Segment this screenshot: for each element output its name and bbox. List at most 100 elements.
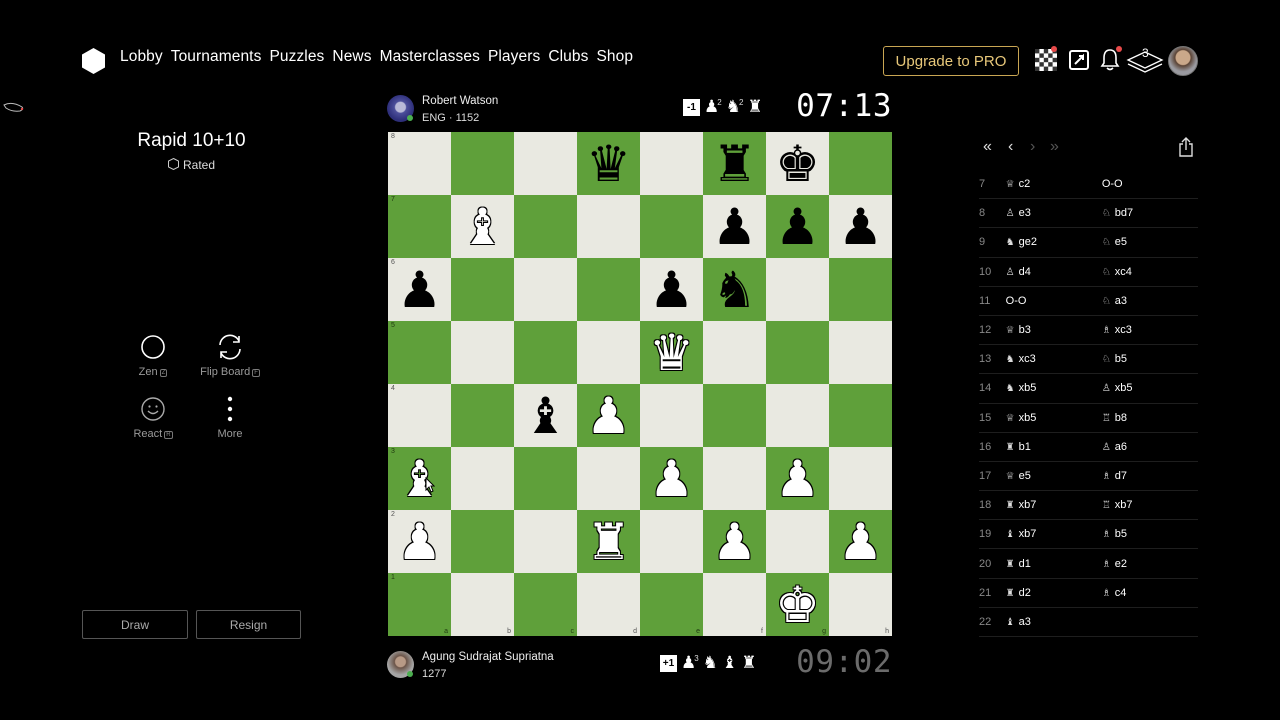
- square-b3[interactable]: [451, 447, 514, 510]
- nav-tournaments[interactable]: Tournaments: [171, 48, 262, 66]
- upgrade-button[interactable]: Upgrade to PRO: [883, 46, 1019, 76]
- square-a5[interactable]: 5: [388, 321, 451, 384]
- black-pawn-icon[interactable]: ♟: [397, 265, 442, 315]
- black-knight-icon[interactable]: ♞: [712, 265, 757, 315]
- black-move[interactable]: ♘ b5: [1102, 353, 1198, 365]
- square-b7[interactable]: ♝: [451, 195, 514, 258]
- nav-masterclasses[interactable]: Masterclasses: [380, 48, 480, 66]
- white-move[interactable]: ♕ c2: [1006, 178, 1102, 190]
- square-b1[interactable]: b: [451, 573, 514, 636]
- square-e5[interactable]: ♛: [640, 321, 703, 384]
- nav-shop[interactable]: Shop: [596, 48, 633, 66]
- nav-players[interactable]: Players: [488, 48, 540, 66]
- analysis-icon[interactable]: [1068, 46, 1090, 74]
- square-f1[interactable]: f: [703, 573, 766, 636]
- black-pawn-icon[interactable]: ♟: [649, 265, 694, 315]
- black-move[interactable]: ♗ b5: [1102, 528, 1198, 540]
- white-pawn-icon[interactable]: ♟: [649, 454, 694, 504]
- square-b8[interactable]: [451, 132, 514, 195]
- share-icon[interactable]: [1178, 136, 1194, 158]
- white-queen-icon[interactable]: ♛: [649, 328, 694, 378]
- square-a7[interactable]: 7: [388, 195, 451, 258]
- white-move[interactable]: ♜ d1: [1006, 558, 1102, 570]
- square-d7[interactable]: [577, 195, 640, 258]
- square-f7[interactable]: ♟: [703, 195, 766, 258]
- square-b4[interactable]: [451, 384, 514, 447]
- black-move[interactable]: O-O: [1102, 178, 1198, 190]
- square-g2[interactable]: [766, 510, 829, 573]
- square-c3[interactable]: [514, 447, 577, 510]
- black-move[interactable]: ♘ bd7: [1102, 207, 1198, 219]
- square-h2[interactable]: ♟: [829, 510, 892, 573]
- square-c8[interactable]: [514, 132, 577, 195]
- square-d5[interactable]: [577, 321, 640, 384]
- white-move[interactable]: ♙ e3: [1006, 207, 1102, 219]
- white-move[interactable]: O-O: [1006, 295, 1102, 307]
- square-a3[interactable]: 3 ♝: [388, 447, 451, 510]
- square-g5[interactable]: [766, 321, 829, 384]
- white-pawn-icon[interactable]: ♟: [712, 517, 757, 567]
- square-c5[interactable]: [514, 321, 577, 384]
- white-pawn-icon[interactable]: ♟: [775, 454, 820, 504]
- square-h5[interactable]: [829, 321, 892, 384]
- square-h6[interactable]: [829, 258, 892, 321]
- square-e4[interactable]: [640, 384, 703, 447]
- flip-board-button[interactable]: Flip Board F: [190, 332, 270, 378]
- nav-lobby[interactable]: Lobby: [120, 48, 163, 66]
- bell-icon[interactable]: [1098, 46, 1122, 74]
- black-pawn-icon[interactable]: ♟: [838, 202, 883, 252]
- square-c6[interactable]: [514, 258, 577, 321]
- black-queen-icon[interactable]: ♛: [586, 139, 631, 189]
- square-h7[interactable]: ♟: [829, 195, 892, 258]
- black-move[interactable]: ♘ e5: [1102, 236, 1198, 248]
- white-move[interactable]: ♜ d2: [1006, 587, 1102, 599]
- square-b5[interactable]: [451, 321, 514, 384]
- square-d4[interactable]: ♟: [577, 384, 640, 447]
- black-move[interactable]: ♗ d7: [1102, 470, 1198, 482]
- resign-button[interactable]: Resign: [196, 610, 301, 639]
- square-f5[interactable]: [703, 321, 766, 384]
- white-move[interactable]: ♝ a3: [1006, 616, 1102, 628]
- white-move[interactable]: ♕ b3: [1006, 324, 1102, 336]
- square-h4[interactable]: [829, 384, 892, 447]
- square-d8[interactable]: ♛: [577, 132, 640, 195]
- black-move[interactable]: ♗ e2: [1102, 558, 1198, 570]
- zen-button[interactable]: Zen Z: [113, 332, 193, 378]
- white-move[interactable]: ♜ b1: [1006, 441, 1102, 453]
- square-h8[interactable]: [829, 132, 892, 195]
- black-move[interactable]: ♗ xc3: [1102, 324, 1198, 336]
- square-e1[interactable]: e: [640, 573, 703, 636]
- square-g6[interactable]: [766, 258, 829, 321]
- square-b2[interactable]: [451, 510, 514, 573]
- black-pawn-icon[interactable]: ♟: [712, 202, 757, 252]
- square-h3[interactable]: [829, 447, 892, 510]
- square-d2[interactable]: ♜: [577, 510, 640, 573]
- white-move[interactable]: ♞ xb5: [1006, 382, 1102, 394]
- white-pawn-icon[interactable]: ♟: [586, 391, 631, 441]
- white-rook-icon[interactable]: ♜: [586, 517, 631, 567]
- white-pawn-icon[interactable]: ♟: [397, 517, 442, 567]
- react-button[interactable]: React R: [113, 394, 193, 440]
- black-bishop-icon[interactable]: ♝: [523, 391, 568, 441]
- square-g1[interactable]: g ♚: [766, 573, 829, 636]
- prev-move-button[interactable]: ‹: [1008, 136, 1013, 158]
- player-name[interactable]: Agung Sudrajat Supriatna: [422, 651, 554, 663]
- white-move[interactable]: ♞ ge2: [1006, 236, 1102, 248]
- first-move-button[interactable]: «: [983, 136, 992, 158]
- black-move[interactable]: ♙ a6: [1102, 441, 1198, 453]
- square-a6[interactable]: 6 ♟: [388, 258, 451, 321]
- square-c1[interactable]: c: [514, 573, 577, 636]
- square-f2[interactable]: ♟: [703, 510, 766, 573]
- square-a2[interactable]: 2 ♟: [388, 510, 451, 573]
- white-move[interactable]: ♞ xc3: [1006, 353, 1102, 365]
- white-move[interactable]: ♝ xb7: [1006, 528, 1102, 540]
- logo-icon[interactable]: [81, 47, 106, 75]
- more-button[interactable]: More: [190, 394, 270, 440]
- square-e2[interactable]: [640, 510, 703, 573]
- last-move-button[interactable]: »: [1050, 136, 1059, 158]
- white-move[interactable]: ♜ xb7: [1006, 499, 1102, 511]
- square-e6[interactable]: ♟: [640, 258, 703, 321]
- user-avatar[interactable]: [1168, 46, 1198, 76]
- board-theme-icon[interactable]: [1034, 46, 1058, 74]
- square-e7[interactable]: [640, 195, 703, 258]
